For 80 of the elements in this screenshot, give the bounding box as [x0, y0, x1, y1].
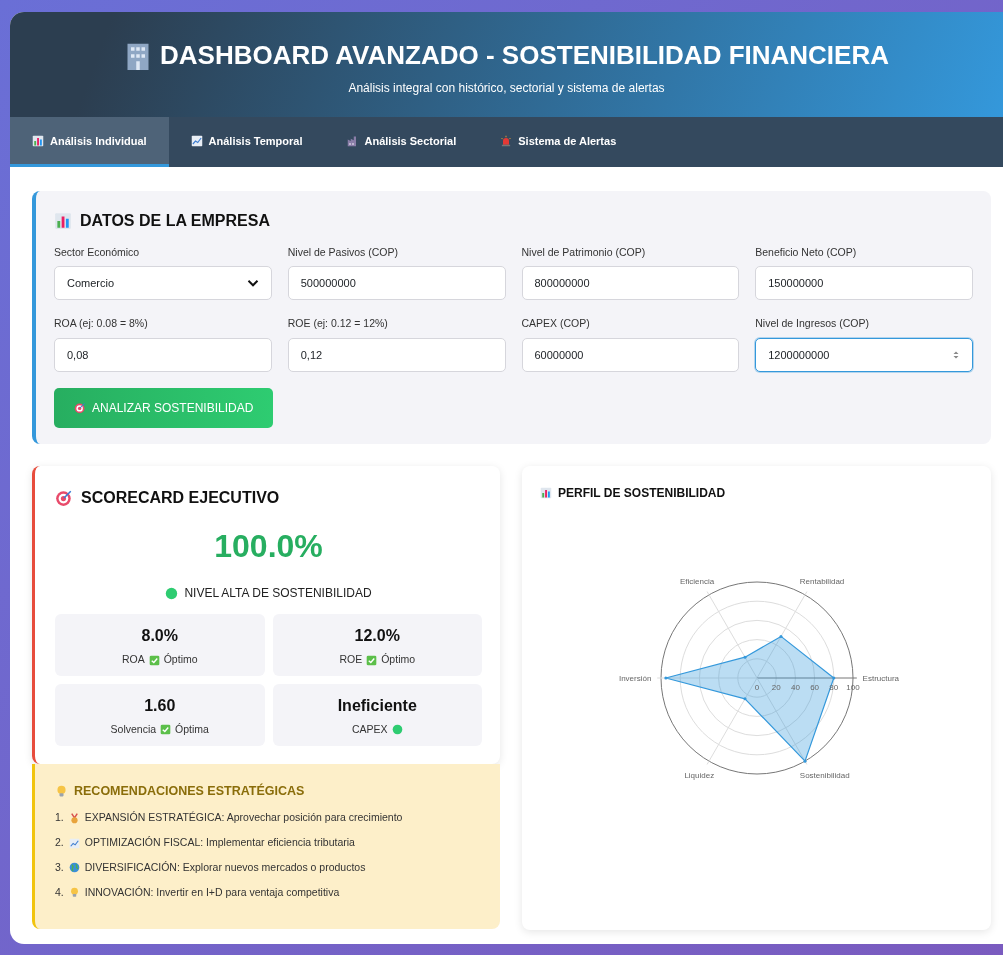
axis-label: Estructura: [862, 674, 899, 684]
factory-icon: [346, 135, 359, 148]
tab[interactable]: Análisis Temporal: [168, 117, 325, 167]
lightbulb-icon: [55, 784, 68, 798]
target-icon: [74, 402, 86, 415]
data-point: [831, 676, 835, 680]
globe-icon: [68, 862, 80, 874]
check-icon: [366, 654, 378, 666]
recommendation-text: DIVERSIFICACIÓN: Explorar nuevos mercados o productos: [84, 859, 366, 875]
siren-icon: [500, 135, 513, 148]
input-field[interactable]: 0,08: [54, 338, 272, 373]
bar-chart-icon: [32, 135, 44, 148]
list-number: 4.: [55, 884, 64, 900]
metric-label: CAPEX: [351, 721, 388, 737]
axis-label: Eficiencia: [679, 576, 714, 586]
chart-title: PERFIL DE SOSTENIBILIDAD: [558, 485, 726, 503]
list-number: 3.: [55, 859, 64, 875]
tab[interactable]: Sistema de Alertas: [478, 117, 639, 167]
input-field[interactable]: 60000000: [521, 338, 740, 373]
scorecard-title: SCORECARD EJECUTIVO: [81, 488, 280, 509]
field-label: ROE (ej: 0.12 = 12%): [287, 316, 389, 332]
dashboard-title: DASHBOARD AVANZADO - SOSTENIBILIDAD FINANCIERA: [160, 40, 889, 72]
metric-status: Óptimo: [381, 652, 416, 668]
axis-label: Liquidez: [683, 771, 714, 781]
data-point: [803, 759, 806, 763]
dropdown-field[interactable]: Comercio: [54, 266, 272, 301]
metric-value: 8.0%: [140, 626, 179, 647]
trend-chart-icon: [190, 135, 203, 148]
dashboard-subtitle: Análisis integral con histórico, sectorial y sistema de alertas: [347, 80, 666, 98]
line-chart-icon: [68, 837, 80, 849]
tab[interactable]: Análisis Individual: [10, 117, 169, 167]
data-point: [779, 635, 782, 639]
number-field[interactable]: 1200000000: [755, 338, 973, 373]
metric-status: Óptima: [175, 721, 209, 737]
axis-label: Rentabilidad: [799, 576, 844, 586]
metric-label: Solvencia: [110, 721, 157, 737]
recommendation-text: EXPANSIÓN ESTRATÉGICA: Aprovechar posición para crecimiento: [84, 810, 403, 826]
field-label: CAPEX (COP): [521, 316, 591, 332]
recommendation-text: INNOVACIÓN: Invertir en I+D para ventaja competitiva: [84, 884, 340, 900]
metric-value: Ineficiente: [336, 695, 418, 716]
bar-chart-icon: [540, 487, 552, 500]
bar-chart-icon: [54, 211, 72, 230]
field-label: ROA (ej: 0.08 = 8%): [54, 316, 149, 332]
tick-label: 60: [809, 683, 819, 693]
input-field[interactable]: 0,12: [287, 338, 506, 373]
tick-label: 0: [754, 683, 759, 693]
field-label: Nivel de Patrimonio (COP): [521, 244, 647, 260]
target-icon: [55, 489, 73, 508]
check-icon: [160, 724, 172, 736]
tab[interactable]: Análisis Sectorial: [324, 117, 479, 167]
input-field[interactable]: 150000000: [755, 266, 973, 301]
list-number: 2.: [55, 835, 64, 851]
axis-label: Sostenibilidad: [799, 771, 850, 781]
input-field[interactable]: 500000000: [287, 266, 506, 301]
metric-label: ROE: [339, 652, 363, 668]
level-label: NIVEL ALTA DE SOSTENIBILIDAD: [184, 585, 372, 603]
list-number: 1.: [55, 810, 64, 826]
lightbulb-icon: [68, 887, 80, 899]
field-label: Beneficio Neto (COP): [755, 244, 858, 260]
status-dot-icon: [165, 586, 179, 600]
axis-label: Inversión: [618, 674, 651, 684]
score-value: 100.0%: [213, 527, 324, 567]
metric-value: 1.60: [143, 695, 177, 716]
input-field[interactable]: 800000000: [521, 266, 740, 301]
metric-label: ROA: [121, 652, 145, 668]
metric-value: 12.0%: [353, 626, 401, 647]
data-point: [743, 655, 746, 659]
recommendations-title: RECOMENDACIONES ESTRATÉGICAS: [74, 782, 305, 800]
check-icon: [148, 654, 160, 666]
data-point: [743, 697, 746, 701]
medal-icon: [68, 812, 80, 824]
metric-status: Óptimo: [163, 652, 198, 668]
tick-label: 40: [790, 683, 800, 693]
recommendation-text: OPTIMIZACIÓN FISCAL: Implementar eficiencia tributaria: [84, 835, 355, 851]
data-point: [663, 676, 667, 680]
field-label: Nivel de Ingresos (COP): [755, 316, 871, 332]
section-title: DATOS DE LA EMPRESA: [80, 210, 270, 231]
field-label: Nivel de Pasivos (COP): [287, 244, 400, 260]
tick-label: 20: [771, 683, 781, 693]
field-label: Sector Económico: [54, 244, 141, 260]
